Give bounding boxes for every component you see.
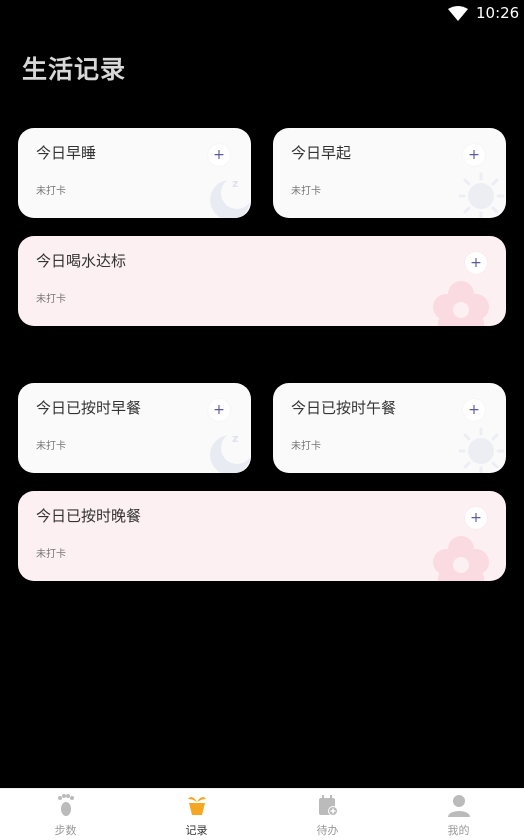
nav-label: 待办 <box>316 824 339 837</box>
nav-label: 记录 <box>185 824 208 837</box>
svg-text:z: z <box>232 177 238 190</box>
plant-pot-icon <box>188 797 206 815</box>
status-time: 10:26 <box>476 4 520 22</box>
wifi-icon <box>448 6 468 21</box>
add-icon[interactable]: + <box>463 144 485 166</box>
card-water[interactable]: 今日喝水达标 未打卡 + <box>18 236 506 326</box>
nav-item-profile[interactable]: 我的 <box>393 789 524 840</box>
person-icon <box>448 795 470 817</box>
card-breakfast[interactable]: 今日已按时早餐 未打卡 + z <box>18 383 251 473</box>
card-title: 今日已按时午餐 <box>291 399 397 417</box>
add-icon[interactable]: + <box>465 507 487 529</box>
card-title: 今日喝水达标 <box>36 252 127 270</box>
card-dinner[interactable]: 今日已按时晚餐 未打卡 + <box>18 491 506 581</box>
sun-icon <box>459 172 505 218</box>
add-icon[interactable]: + <box>208 399 230 421</box>
card-status: 未打卡 <box>36 549 66 560</box>
svg-text:z: z <box>232 432 238 445</box>
card-title: 今日早起 <box>291 144 352 162</box>
card-lunch[interactable]: 今日已按时午餐 未打卡 + <box>273 383 506 473</box>
moon-icon: z <box>210 432 251 473</box>
flower-icon <box>433 281 489 326</box>
moon-icon: z <box>210 177 251 218</box>
card-status: 未打卡 <box>36 294 66 305</box>
card-title: 今日已按时早餐 <box>36 399 142 417</box>
nav-item-steps[interactable]: 步数 <box>0 789 131 840</box>
card-status: 未打卡 <box>291 186 321 197</box>
calendar-add-icon <box>319 795 338 816</box>
add-icon[interactable]: + <box>208 144 230 166</box>
sun-icon <box>459 427 505 473</box>
card-status: 未打卡 <box>291 441 321 452</box>
add-icon[interactable]: + <box>463 399 485 421</box>
bottom-nav: 步数 记录 待办 我的 <box>0 788 524 840</box>
card-status: 未打卡 <box>36 186 66 197</box>
status-bar: 10:26 <box>0 0 524 28</box>
nav-label: 步数 <box>54 824 77 837</box>
card-early-sleep[interactable]: 今日早睡 未打卡 + z <box>18 128 251 218</box>
card-title: 今日已按时晚餐 <box>36 507 142 525</box>
nav-label: 我的 <box>447 824 470 837</box>
footprint-icon <box>58 794 74 816</box>
card-early-rise[interactable]: 今日早起 未打卡 + <box>273 128 506 218</box>
add-icon[interactable]: + <box>465 252 487 274</box>
nav-item-records[interactable]: 记录 <box>131 789 262 840</box>
page-title: 生活记录 <box>22 55 127 84</box>
card-status: 未打卡 <box>36 441 66 452</box>
nav-item-todo[interactable]: 待办 <box>262 789 393 840</box>
card-title: 今日早睡 <box>36 144 97 162</box>
flower-icon <box>433 536 489 581</box>
